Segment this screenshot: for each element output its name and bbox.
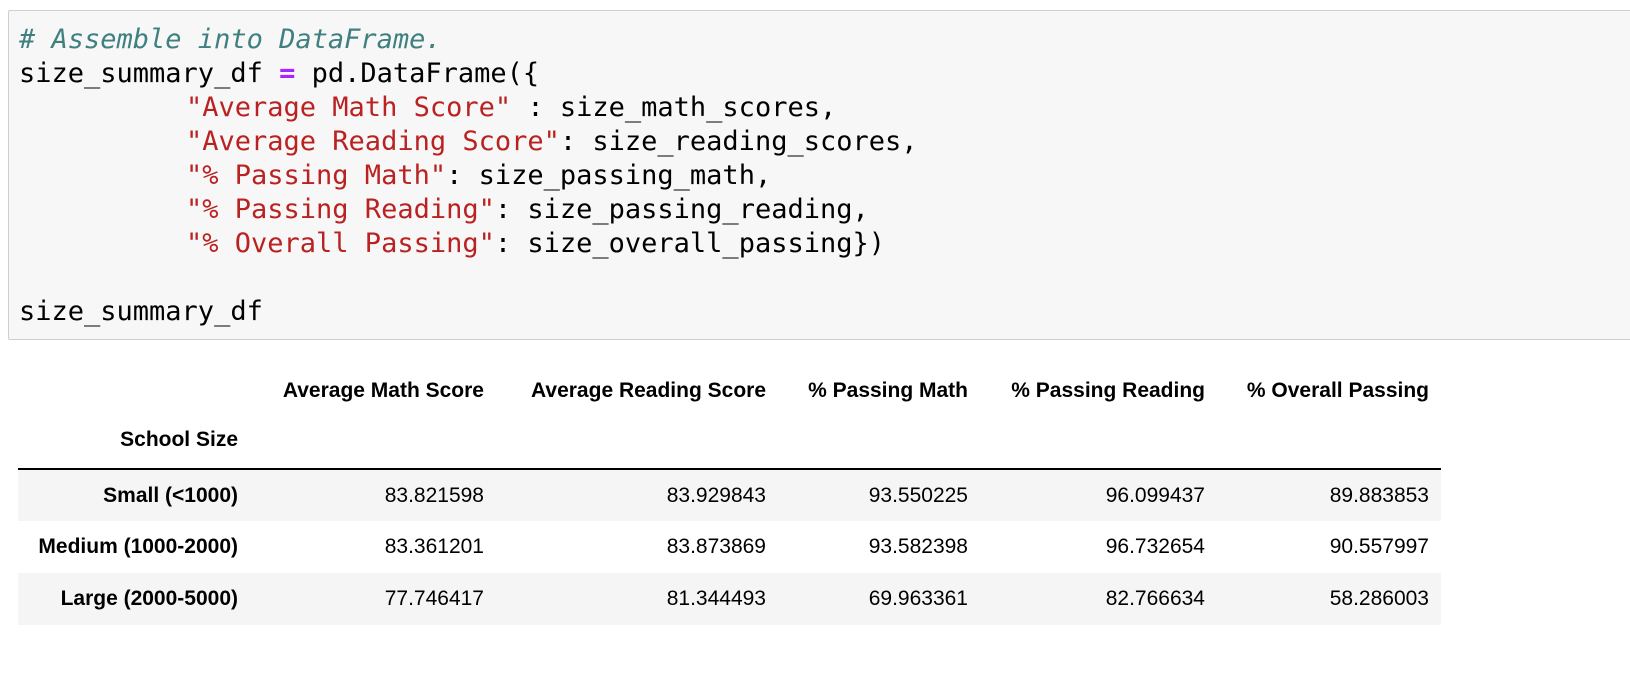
code-dict-key: "Average Reading Score"	[186, 126, 560, 157]
index-name: School Size	[18, 412, 250, 470]
column-header: Average Reading Score	[531, 379, 766, 402]
code-dict-value: : size_overall_passing})	[494, 228, 885, 259]
table-cell: 83.361201	[384, 535, 484, 558]
code-dict-value: : size_math_scores,	[511, 92, 837, 123]
code-dict-value: : size_passing_reading,	[494, 194, 869, 225]
table-row: Large (2000-5000) 77.746417 81.344493 69…	[18, 573, 1441, 625]
table-cell: 93.582398	[868, 535, 968, 558]
column-header: Average Math Score	[282, 379, 484, 402]
table-cell: 90.557997	[1329, 535, 1429, 558]
row-label: Small (<1000)	[103, 483, 238, 507]
table-cell: 96.099437	[1105, 483, 1205, 507]
code-dict-key: "% Passing Reading"	[186, 194, 495, 225]
table-cell: 93.550225	[868, 483, 968, 507]
table-cell: 83.929843	[666, 483, 766, 507]
table-cell: 83.821598	[384, 483, 484, 507]
table-row: Medium (1000-2000) 83.361201 83.873869 9…	[18, 521, 1441, 573]
code-assign-var: size_summary_df	[19, 58, 280, 89]
code-dict-value: : size_passing_math,	[446, 160, 772, 191]
column-header: % Passing Math	[808, 379, 968, 402]
row-label: Medium (1000-2000)	[38, 535, 238, 558]
code-cell[interactable]: # Assemble into DataFrame. size_summary_…	[8, 10, 1630, 340]
column-header: % Passing Reading	[1011, 379, 1205, 402]
cell-output: Average Math Score Average Reading Score…	[18, 370, 1441, 625]
table-header-row: Average Math Score Average Reading Score…	[18, 370, 1441, 412]
code-comment: # Assemble into DataFrame.	[19, 24, 442, 55]
code-assign-call: pd.DataFrame({	[295, 58, 540, 89]
code-dict-key: "Average Math Score"	[186, 92, 512, 123]
table-cell: 83.873869	[666, 535, 766, 558]
index-name-row: School Size	[18, 412, 1441, 470]
table-cell: 96.732654	[1105, 535, 1205, 558]
table-row: Small (<1000) 83.821598 83.929843 93.550…	[18, 469, 1441, 521]
table-cell: 69.963361	[868, 587, 968, 610]
code-dict-value: : size_reading_scores,	[559, 126, 918, 157]
table-cell: 58.286003	[1329, 587, 1429, 610]
table-corner	[18, 370, 250, 412]
code-dict-key: "% Overall Passing"	[186, 228, 495, 259]
code-editor[interactable]: # Assemble into DataFrame. size_summary_…	[19, 23, 918, 329]
table-cell: 89.883853	[1329, 483, 1429, 507]
code-dict-key: "% Passing Math"	[186, 160, 447, 191]
row-label: Large (2000-5000)	[60, 587, 238, 610]
column-header: % Overall Passing	[1246, 379, 1429, 402]
code-operator: =	[279, 58, 296, 89]
table-cell: 77.746417	[384, 587, 484, 610]
table-cell: 81.344493	[666, 587, 766, 610]
code-final-expression: size_summary_df	[19, 296, 263, 327]
dataframe-table: Average Math Score Average Reading Score…	[18, 370, 1441, 625]
table-cell: 82.766634	[1105, 587, 1205, 610]
